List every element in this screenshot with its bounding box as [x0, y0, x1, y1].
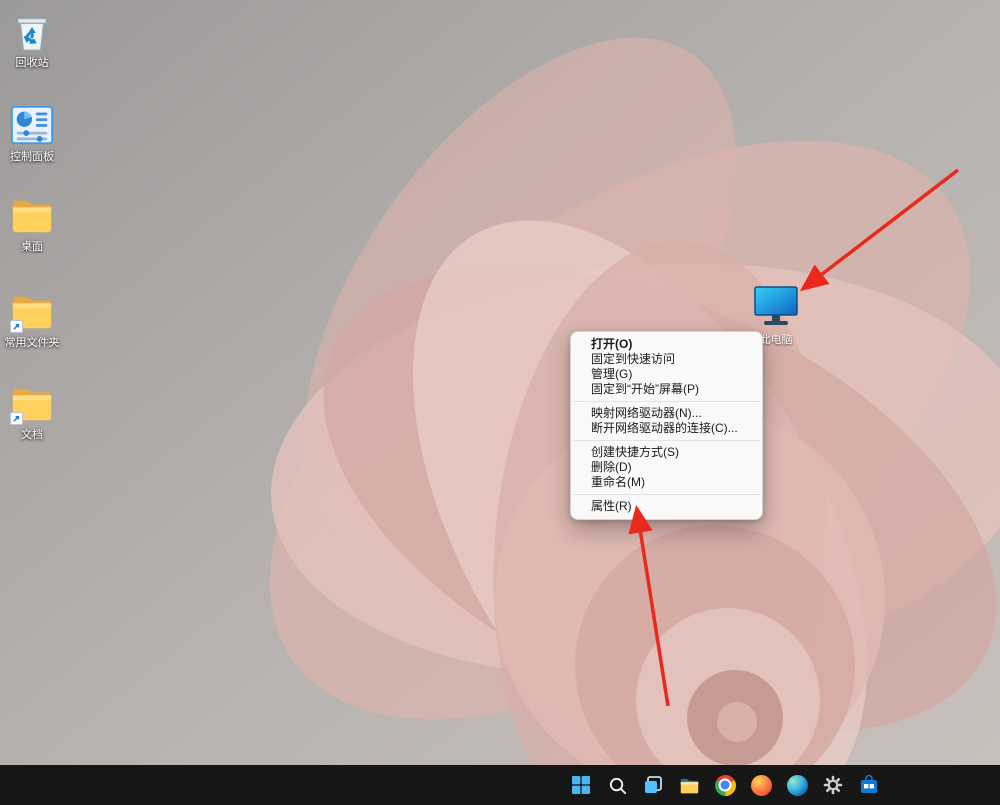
desktop-icon-common-folder[interactable]: 常用文件夹 — [0, 288, 64, 350]
desktop-icon-desktop-folder[interactable]: 桌面 — [0, 192, 64, 254]
menu-separator — [573, 401, 760, 402]
search-icon — [608, 776, 627, 795]
menu-item-rename[interactable]: 重命名(M) — [571, 475, 762, 490]
menu-separator — [573, 440, 760, 441]
edge-button[interactable] — [784, 772, 810, 798]
folder-shortcut-icon — [9, 380, 55, 426]
search-button[interactable] — [604, 772, 630, 798]
firefox-icon — [751, 775, 772, 796]
control-panel-icon — [9, 102, 55, 148]
menu-item-pin-start[interactable]: 固定到“开始”屏幕(P) — [571, 382, 762, 397]
menu-separator — [573, 494, 760, 495]
this-pc-label: 此电脑 — [760, 331, 793, 347]
chrome-icon — [715, 775, 736, 796]
desktop-icon-label: 文档 — [21, 429, 43, 442]
folder-icon — [9, 192, 55, 238]
store-icon — [859, 775, 879, 795]
desktop-icon-label: 桌面 — [21, 241, 43, 254]
file-explorer-icon — [679, 775, 700, 796]
task-view-icon — [643, 775, 663, 795]
wallpaper-bloom — [0, 0, 1000, 805]
edge-icon — [787, 775, 808, 796]
file-explorer-button[interactable] — [676, 772, 702, 798]
this-pc-monitor-icon — [750, 283, 802, 329]
taskbar — [0, 765, 1000, 805]
menu-item-disconnect-network-drive[interactable]: 断开网络驱动器的连接(C)... — [571, 421, 762, 436]
menu-item-properties[interactable]: 属性(R) — [571, 499, 762, 514]
menu-item-create-shortcut[interactable]: 创建快捷方式(S) — [571, 445, 762, 460]
chrome-button[interactable] — [712, 772, 738, 798]
folder-shortcut-icon — [9, 288, 55, 334]
taskbar-icon-group — [568, 765, 882, 805]
desktop-icon-recycle-bin[interactable]: 回收站 — [0, 8, 64, 70]
menu-item-pin-quick-access[interactable]: 固定到快速访问 — [571, 352, 762, 367]
start-button[interactable] — [568, 772, 594, 798]
windows-logo-icon — [571, 775, 591, 795]
desktop-icon-label: 回收站 — [16, 57, 49, 70]
context-menu: 打开(O) 固定到快速访问 管理(G) 固定到“开始”屏幕(P) 映射网络驱动器… — [570, 331, 763, 520]
menu-item-manage[interactable]: 管理(G) — [571, 367, 762, 382]
recycle-bin-icon — [9, 8, 55, 54]
desktop-icon-documents[interactable]: 文档 — [0, 380, 64, 442]
settings-gear-icon — [823, 775, 843, 795]
desktop-icon-label: 常用文件夹 — [5, 337, 60, 350]
store-button[interactable] — [856, 772, 882, 798]
desktop-icon-label: 控制面板 — [10, 151, 54, 164]
menu-item-open[interactable]: 打开(O) — [571, 337, 762, 352]
shortcut-arrow-badge — [10, 412, 23, 425]
task-view-button[interactable] — [640, 772, 666, 798]
windows-desktop: 回收站 控制面板 桌面 — [0, 0, 1000, 805]
menu-item-map-network-drive[interactable]: 映射网络驱动器(N)... — [571, 406, 762, 421]
firefox-button[interactable] — [748, 772, 774, 798]
settings-button[interactable] — [820, 772, 846, 798]
desktop-icon-control-panel[interactable]: 控制面板 — [0, 102, 64, 164]
shortcut-arrow-badge — [10, 320, 23, 333]
menu-item-delete[interactable]: 删除(D) — [571, 460, 762, 475]
